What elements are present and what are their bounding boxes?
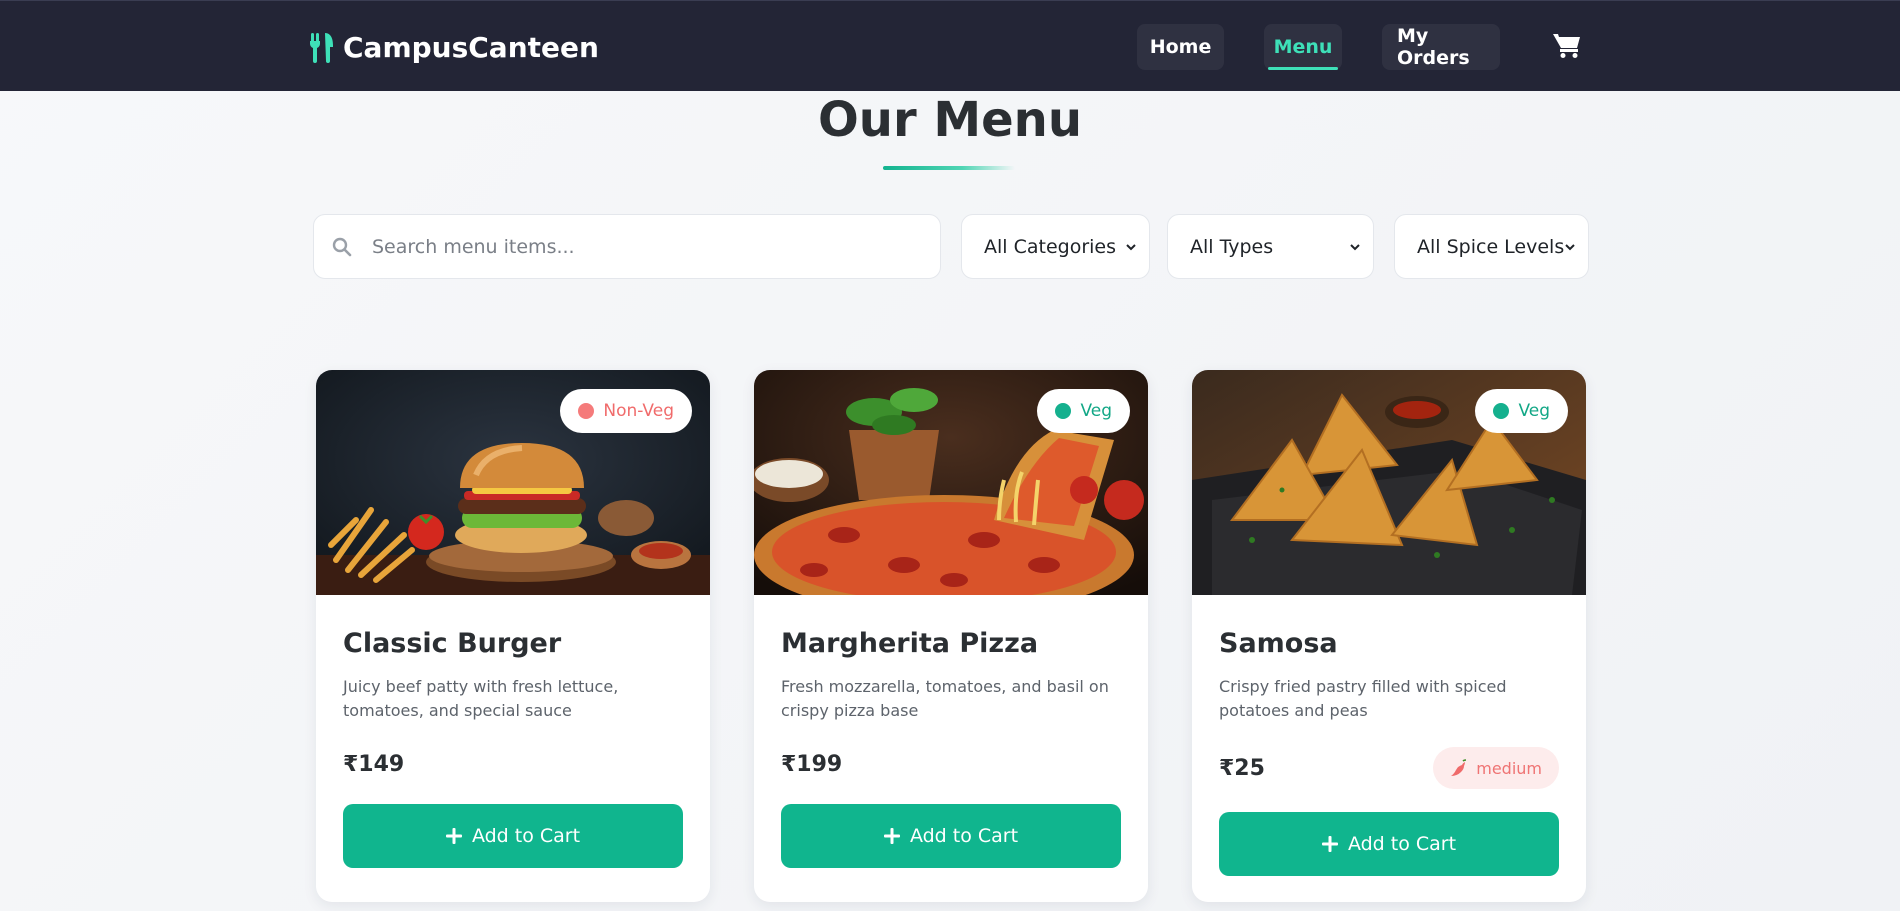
diet-badge-label: Non-Veg (603, 401, 674, 421)
brand-name: CampusCanteen (343, 30, 599, 64)
category-select[interactable]: All Categories (961, 214, 1150, 279)
nav-home[interactable]: Home (1137, 24, 1224, 70)
nav-menu[interactable]: Menu (1264, 24, 1342, 70)
add-to-cart-button[interactable]: Add to Cart (343, 804, 683, 868)
item-price: ₹25 (1219, 755, 1265, 781)
diet-badge: Veg (1037, 389, 1130, 433)
search-box[interactable] (313, 214, 941, 279)
chevron-down-icon (1350, 244, 1360, 251)
item-description: Crispy fried pastry filled with spiced p… (1219, 677, 1507, 720)
item-name: Samosa (1219, 628, 1338, 659)
chevron-down-icon (1565, 244, 1575, 251)
pizza-image: Veg (754, 370, 1148, 595)
item-price: ₹199 (781, 751, 843, 777)
type-select[interactable]: All Types (1167, 214, 1374, 279)
card-body: Samosa Crispy fried pastry filled with s… (1219, 595, 1559, 789)
burger-image: Non-Veg (316, 370, 710, 595)
price-row: ₹25 medium (1219, 747, 1559, 789)
menu-card: Veg Samosa Crispy fried pastry filled wi… (1192, 370, 1586, 902)
nav-my-orders[interactable]: My Orders (1382, 24, 1500, 70)
item-description: Fresh mozzarella, tomatoes, and basil on… (781, 677, 1109, 720)
fork-icon (310, 33, 333, 63)
card-body: Classic Burger Juicy beef patty with fre… (343, 595, 683, 785)
navbar: CampusCanteen Home Menu My Orders (0, 0, 1900, 91)
page-title: Our Menu (817, 92, 1083, 148)
plus-icon (1321, 836, 1338, 852)
samosa-image: Veg (1192, 370, 1586, 595)
title-underline (883, 166, 1015, 170)
chevron-down-icon (1126, 244, 1136, 251)
diet-badge-label: Veg (1518, 401, 1550, 421)
item-description: Juicy beef patty with fresh lettuce, tom… (343, 677, 619, 720)
plus-icon (883, 828, 900, 844)
spice-badge: medium (1433, 747, 1559, 789)
chili-pepper-icon (1451, 759, 1467, 776)
item-name: Classic Burger (343, 628, 562, 659)
veg-dot-icon (1493, 403, 1510, 419)
shopping-cart-icon[interactable] (1552, 31, 1582, 59)
menu-card: Veg Margherita Pizza Fresh mozzarella, t… (754, 370, 1148, 902)
diet-badge: Non-Veg (560, 389, 692, 433)
add-to-cart-label: Add to Cart (909, 825, 1019, 847)
menu-card: Non-Veg Classic Burger Juicy beef patty … (316, 370, 710, 902)
veg-dot-icon (1055, 403, 1072, 419)
price-row: ₹149 (343, 743, 683, 785)
card-body: Margherita Pizza Fresh mozzarella, tomat… (781, 595, 1121, 785)
item-price: ₹149 (343, 751, 405, 777)
search-icon (332, 237, 352, 256)
brand-logo[interactable]: CampusCanteen (309, 27, 599, 67)
add-to-cart-button[interactable]: Add to Cart (1219, 812, 1559, 876)
search-input[interactable] (372, 235, 932, 258)
add-to-cart-button[interactable]: Add to Cart (781, 804, 1121, 868)
spice-level-select-value: All Spice Levels (1417, 235, 1565, 258)
spice-level-select[interactable]: All Spice Levels (1394, 214, 1589, 279)
diet-badge-label: Veg (1080, 401, 1112, 421)
spice-badge-label: medium (1476, 758, 1542, 778)
type-select-value: All Types (1190, 235, 1274, 258)
nav-links: Home Menu My Orders (1137, 24, 1500, 70)
category-select-value: All Categories (984, 235, 1117, 258)
add-to-cart-label: Add to Cart (1347, 833, 1457, 855)
price-row: ₹199 (781, 743, 1121, 785)
item-name: Margherita Pizza (781, 628, 1039, 659)
add-to-cart-label: Add to Cart (471, 825, 581, 847)
diet-badge: Veg (1475, 389, 1568, 433)
plus-icon (445, 828, 462, 844)
non-veg-dot-icon (578, 403, 595, 419)
